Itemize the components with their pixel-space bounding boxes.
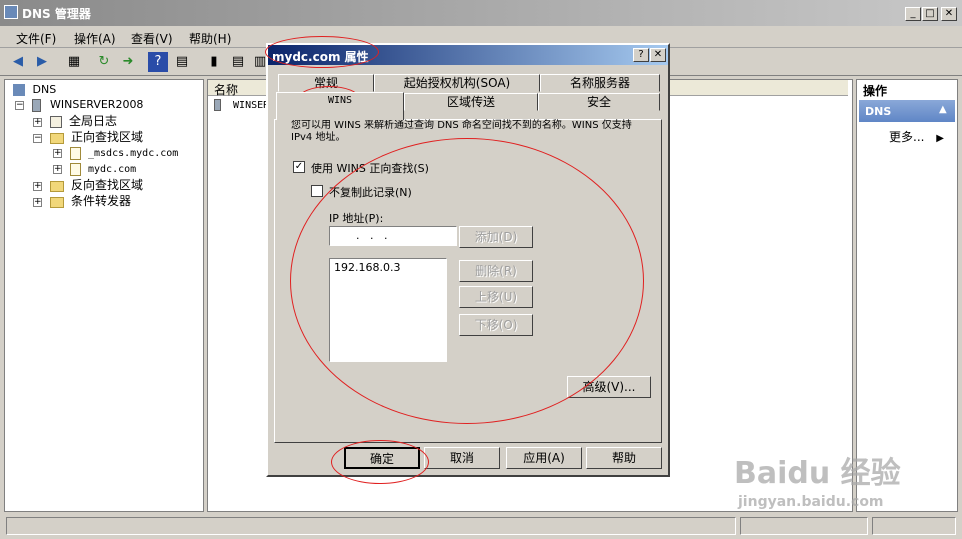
dialog-close-button[interactable]: ✕ (650, 48, 666, 62)
wins-description: 您可以用 WINS 来解析通过查询 DNS 命名空间找不到的名称。WINS 仅支… (291, 120, 632, 143)
actions-header: 操作 (863, 84, 888, 98)
zone-file-icon (69, 162, 81, 176)
main-titlebar: DNS 管理器 _ □ ✕ (0, 0, 962, 26)
folder-icon (49, 196, 64, 208)
dialog-help-button[interactable]: ? (633, 48, 649, 62)
status-bar (0, 514, 962, 539)
expand-icon[interactable]: + (53, 164, 62, 174)
server-icon (214, 99, 221, 111)
menu-file[interactable]: 文件(F) (16, 30, 56, 47)
ip-address-input[interactable]: . . . (329, 226, 457, 246)
status-panel-main (6, 517, 736, 535)
expand-icon[interactable]: + (53, 148, 62, 158)
move-up-button[interactable]: 上移(U) (459, 286, 533, 308)
zone-file-icon (69, 146, 81, 160)
dns-app-icon (4, 5, 18, 19)
tree-item-dns[interactable]: DNS (13, 82, 56, 98)
ip-address-label: IP 地址(P): (329, 212, 384, 225)
cancel-button[interactable]: 取消 (424, 447, 500, 469)
tree-item-msdcs[interactable]: + _msdcs.mydc.com (53, 145, 178, 161)
close-button[interactable]: ✕ (941, 7, 957, 21)
no-replicate-checkbox[interactable] (311, 185, 323, 197)
help-icon[interactable]: ? (148, 52, 168, 72)
add-button[interactable]: 添加(D) (459, 226, 533, 248)
status-panel-3 (872, 517, 956, 535)
refresh-icon[interactable]: ↻ (94, 52, 114, 72)
use-wins-checkbox[interactable]: ✓ (293, 161, 305, 173)
actions-more[interactable]: 更多... ▶ (889, 128, 944, 145)
ok-button[interactable]: 确定 (344, 447, 420, 469)
tree-item-global-log[interactable]: + 全局日志 (33, 113, 117, 129)
advanced-button[interactable]: 高级(V)... (567, 376, 651, 398)
collapse-icon[interactable]: − (33, 133, 42, 143)
wins-tab-panel: 您可以用 WINS 来解析通过查询 DNS 命名空间找不到的名称。WINS 仅支… (274, 119, 662, 443)
tab-general[interactable]: 常规 (278, 74, 374, 92)
expand-icon[interactable]: + (33, 117, 42, 127)
collapse-up-icon[interactable]: ▲ (939, 104, 947, 115)
tree-item-conditional-forwarders[interactable]: + 条件转发器 (33, 193, 131, 209)
dialog-titlebar: mydc.com 属性 ? ✕ (268, 45, 668, 65)
actions-dns-section[interactable]: DNS ▲ (859, 100, 955, 122)
tab-soa[interactable]: 起始授权机构(SOA) (374, 74, 540, 92)
tab-security[interactable]: 安全 (538, 93, 660, 111)
tab-wins[interactable]: WINS (276, 92, 404, 120)
tab-name-servers[interactable]: 名称服务器 (540, 74, 660, 92)
menu-view[interactable]: 查看(V) (131, 30, 173, 47)
move-down-button[interactable]: 下移(O) (459, 314, 533, 336)
use-wins-label[interactable]: 使用 WINS 正向查找(S) (311, 160, 429, 176)
folder-icon (49, 180, 64, 192)
watermark-brand: Baidu 经验 (734, 456, 901, 491)
dialog-title: mydc.com 属性 (272, 50, 369, 64)
server-icon[interactable]: ▮ (204, 52, 224, 72)
maximize-button[interactable]: □ (922, 7, 938, 21)
ip-list-box[interactable]: 192.168.0.3 (329, 258, 447, 362)
forward-icon[interactable]: ▶ (32, 52, 52, 72)
menu-action[interactable]: 操作(A) (74, 30, 116, 47)
baidu-watermark: Baidu 经验 (734, 448, 901, 492)
properties-icon[interactable]: ▤ (172, 52, 192, 72)
tree-item-reverse-zones[interactable]: + 反向查找区域 (33, 177, 143, 193)
tree-item-forward-zones[interactable]: − 正向查找区域 (33, 129, 143, 145)
export-icon[interactable]: ➜ (118, 52, 138, 72)
tree-pane: DNS − WINSERVER2008 + 全局日志 − 正向查找区域 + _m… (4, 79, 204, 512)
tree-item-server[interactable]: − WINSERVER2008 (15, 97, 143, 113)
dns-root-icon (13, 84, 25, 96)
show-tree-icon[interactable]: ▦ (64, 52, 84, 72)
tab-zone-transfers[interactable]: 区域传送 (404, 93, 538, 111)
collapse-icon[interactable]: − (15, 100, 24, 110)
properties-dialog: mydc.com 属性 ? ✕ 常规 起始授权机构(SOA) 名称服务器 WIN… (266, 43, 670, 477)
server-icon (31, 98, 41, 112)
back-icon[interactable]: ◀ (8, 52, 28, 72)
minimize-button[interactable]: _ (905, 7, 921, 21)
submenu-arrow-icon: ▶ (936, 133, 944, 144)
no-replicate-label[interactable]: 不复制此记录(N) (329, 184, 412, 200)
log-icon (49, 116, 62, 128)
remove-button[interactable]: 删除(R) (459, 260, 533, 282)
window-title: DNS 管理器 (22, 7, 91, 21)
folder-icon (49, 132, 64, 144)
ip-list-item[interactable]: 192.168.0.3 (334, 261, 400, 274)
expand-icon[interactable]: + (33, 181, 42, 191)
list-icon[interactable]: ▤ (228, 52, 248, 72)
tree-item-mydc[interactable]: + mydc.com (53, 161, 136, 177)
help-button[interactable]: 帮助 (586, 447, 662, 469)
status-panel-2 (740, 517, 868, 535)
apply-button[interactable]: 应用(A) (506, 447, 582, 469)
baidu-watermark-url: jingyan.baidu.com (738, 494, 884, 510)
expand-icon[interactable]: + (33, 197, 42, 207)
menu-help[interactable]: 帮助(H) (189, 30, 231, 47)
